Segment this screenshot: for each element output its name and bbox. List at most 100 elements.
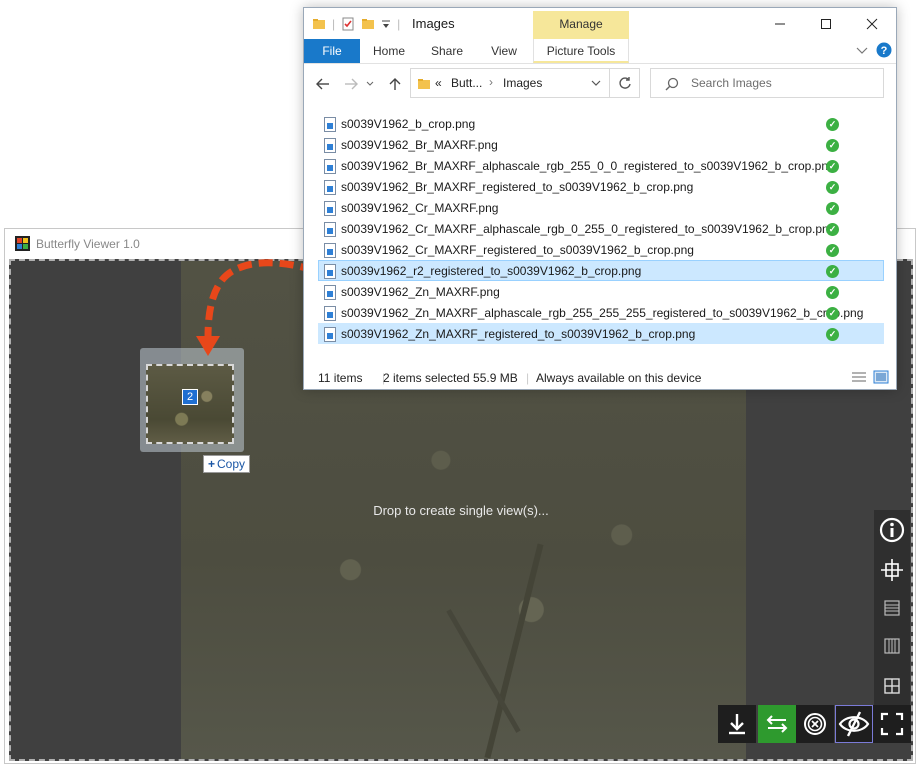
plus-icon: + — [208, 457, 216, 471]
drag-count-badge: 2 — [182, 389, 198, 405]
quick-access-toolbar: | | — [312, 16, 400, 32]
arrow-up-icon — [389, 78, 401, 90]
png-file-icon — [324, 180, 336, 195]
close-button[interactable] — [849, 8, 895, 39]
drop-hint: Drop to create single view(s)... — [373, 503, 549, 518]
side-toolbar — [874, 510, 910, 706]
file-row[interactable]: s0039V1962_Br_MAXRF_registered_to_s0039V… — [318, 176, 884, 197]
recent-locations-button[interactable] — [364, 73, 376, 95]
separator: | — [397, 17, 401, 31]
file-name: s0039V1962_Br_MAXRF_alphascale_rgb_255_0… — [341, 159, 835, 173]
file-row[interactable]: s0039V1962_Br_MAXRF_alphascale_rgb_255_0… — [318, 155, 884, 176]
tab-share[interactable]: Share — [418, 39, 476, 63]
file-name: s0039V1962_Cr_MAXRF_alphascale_rgb_0_255… — [341, 222, 836, 236]
png-file-icon — [324, 264, 336, 279]
hide-interface-icon — [838, 711, 870, 737]
horizontal-split-button[interactable] — [876, 592, 908, 624]
tab-picture-tools[interactable]: Picture Tools — [533, 39, 629, 63]
drag-ghost: 2 — [140, 348, 244, 452]
file-name: s0039V1962_Zn_MAXRF.png — [341, 285, 500, 299]
address-bar[interactable]: « Butt... › Images — [410, 68, 610, 98]
file-row[interactable]: s0039V1962_Zn_MAXRF_alphascale_rgb_255_2… — [318, 302, 884, 323]
butterfly-logo-icon — [15, 236, 30, 251]
up-button[interactable] — [384, 73, 406, 95]
png-file-icon — [324, 327, 336, 342]
breadcrumb-overflow[interactable]: « — [435, 76, 442, 90]
copy-tooltip-label: Copy — [217, 457, 246, 471]
fullscreen-button[interactable] — [873, 705, 911, 743]
chevron-down-icon[interactable] — [591, 80, 601, 87]
hide-interface-button[interactable] — [835, 705, 873, 743]
fullscreen-icon — [880, 712, 904, 736]
customize-dropdown-icon[interactable] — [381, 17, 391, 31]
sync-status-icon: ✓ — [826, 181, 839, 194]
crosshair-icon — [881, 559, 903, 581]
grid-icon — [884, 678, 900, 694]
search-input[interactable]: Search Images — [650, 68, 884, 98]
item-count: 11 items — [318, 371, 363, 385]
file-explorer-window: | | Images Manage File Home Share View P… — [303, 7, 897, 390]
file-row[interactable]: s0039v1962_r2_registered_to_s0039V1962_b… — [318, 260, 884, 281]
info-icon — [879, 517, 905, 543]
large-icons-view-icon[interactable] — [873, 370, 889, 384]
folder-icon — [313, 19, 325, 29]
png-file-icon — [324, 306, 336, 321]
horizontal-split-icon — [884, 600, 900, 616]
maximize-button[interactable] — [803, 8, 849, 39]
png-file-icon — [324, 117, 336, 132]
file-row[interactable]: s0039V1962_Cr_MAXRF_registered_to_s0039V… — [318, 239, 884, 260]
swap-button[interactable] — [758, 705, 796, 743]
breadcrumb-separator-icon: › — [489, 75, 493, 89]
file-row[interactable]: s0039V1962_Cr_MAXRF.png ✓ — [318, 197, 884, 218]
info-button[interactable] — [876, 514, 908, 546]
close-all-button[interactable] — [796, 705, 834, 743]
file-row[interactable]: s0039V1962_Cr_MAXRF_alphascale_rgb_0_255… — [318, 218, 884, 239]
file-name: s0039V1962_Zn_MAXRF_registered_to_s0039V… — [341, 327, 696, 341]
save-view-button[interactable] — [718, 705, 756, 743]
forward-button[interactable] — [340, 73, 362, 95]
file-row[interactable]: s0039V1962_Zn_MAXRF_registered_to_s0039V… — [318, 323, 884, 344]
file-row[interactable]: s0039V1962_Br_MAXRF.png ✓ — [318, 134, 884, 155]
close-all-icon — [804, 713, 826, 735]
png-file-icon — [324, 201, 336, 216]
explorer-titlebar[interactable]: | | Images Manage — [304, 8, 896, 42]
new-folder-icon[interactable] — [361, 17, 375, 31]
svg-text:?: ? — [881, 45, 888, 57]
file-row[interactable]: s0039V1962_Zn_MAXRF.png ✓ — [318, 281, 884, 302]
vertical-split-button[interactable] — [876, 630, 908, 662]
selection-info: 2 items selected 55.9 MB — [383, 371, 518, 385]
back-button[interactable] — [312, 73, 334, 95]
sync-status-icon: ✓ — [826, 244, 839, 257]
manage-tab[interactable]: Manage — [533, 11, 629, 42]
chevron-down-icon[interactable] — [856, 47, 868, 55]
file-name: s0039V1962_b_crop.png — [341, 117, 476, 131]
sync-status-icon: ✓ — [826, 265, 839, 278]
properties-icon[interactable] — [341, 17, 355, 31]
viewer-title: Butterfly Viewer 1.0 — [36, 237, 140, 251]
breadcrumb-current[interactable]: Images — [503, 76, 542, 90]
minimize-button[interactable] — [757, 8, 803, 39]
tab-home[interactable]: Home — [360, 39, 418, 63]
search-icon — [665, 77, 679, 91]
arrow-right-icon — [345, 78, 358, 90]
refresh-button[interactable] — [610, 68, 640, 98]
breadcrumb-parent[interactable]: Butt... — [451, 76, 482, 90]
help-icon[interactable]: ? — [876, 42, 892, 58]
sync-status-icon: ✓ — [826, 223, 839, 236]
search-placeholder: Search Images — [691, 76, 772, 90]
sync-status-icon: ✓ — [826, 307, 839, 320]
bottom-toolbar — [718, 705, 911, 745]
file-name: s0039V1962_Cr_MAXRF.png — [341, 201, 499, 215]
grid-button[interactable] — [876, 670, 908, 702]
separator: | — [332, 17, 336, 31]
details-view-icon[interactable] — [851, 371, 867, 383]
sync-status-icon: ✓ — [826, 328, 839, 341]
file-list: s0039V1962_b_crop.png ✓ s0039V1962_Br_MAXR… — [318, 113, 884, 344]
tab-view[interactable]: View — [476, 39, 532, 63]
crosshair-button[interactable] — [876, 554, 908, 586]
sync-status-icon: ✓ — [826, 139, 839, 152]
copy-tooltip: + Copy — [203, 455, 251, 473]
file-row[interactable]: s0039V1962_b_crop.png ✓ — [318, 113, 884, 134]
tab-file[interactable]: File — [304, 39, 360, 63]
separator: | — [526, 371, 530, 385]
